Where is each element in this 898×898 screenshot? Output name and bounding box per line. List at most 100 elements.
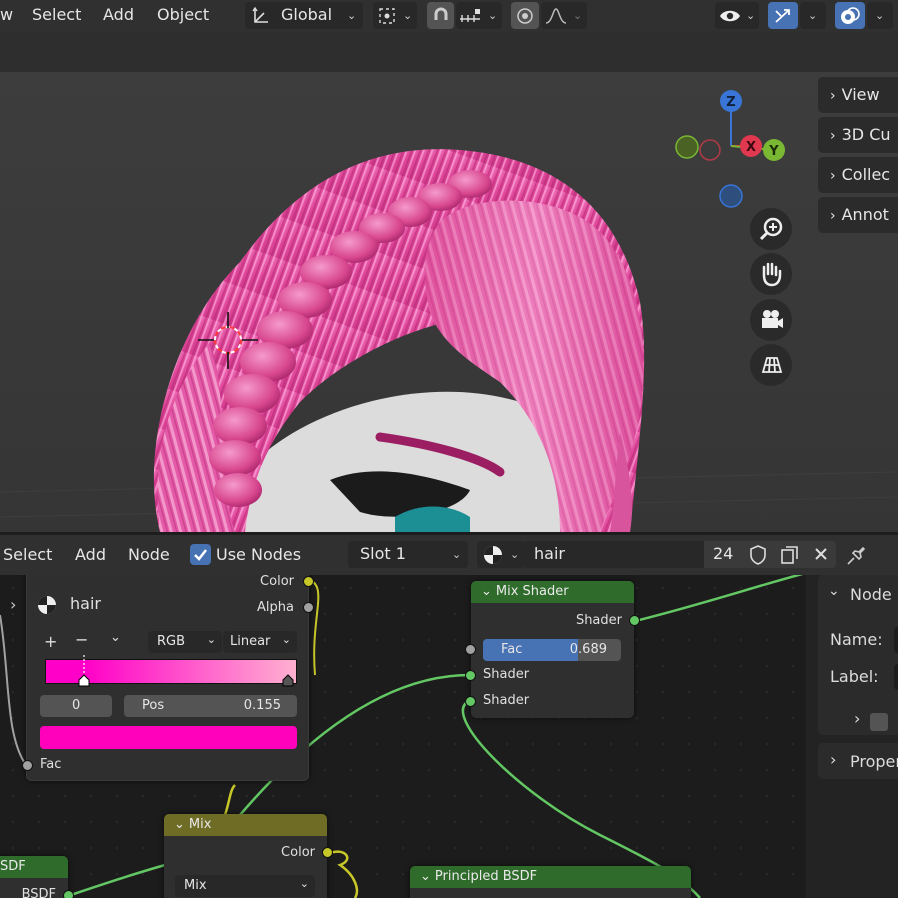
- snap-target-dropdown[interactable]: ⌄: [456, 2, 502, 29]
- zoom-button[interactable]: [750, 208, 792, 250]
- tab-label: 3D Cu: [841, 125, 891, 144]
- output-color-socket[interactable]: [322, 847, 333, 858]
- blend-mode-dropdown[interactable]: Mix ⌄: [175, 875, 315, 897]
- pos-label: Pos: [142, 698, 165, 713]
- interpolation-dropdown[interactable]: Linear ⌄: [223, 631, 297, 653]
- fac-slider[interactable]: Fac 0.689: [483, 639, 621, 661]
- snap-toggle[interactable]: [427, 2, 454, 29]
- stop-color-swatch[interactable]: [40, 726, 297, 749]
- output-shader-socket[interactable]: [629, 615, 640, 626]
- node-editor-header: Select Add Node Use Nodes Slot 1 ⌄ ⌄ hai…: [0, 535, 898, 575]
- tab-view[interactable]: › View: [818, 77, 898, 113]
- input-shader-2-socket[interactable]: [465, 696, 476, 707]
- properties-panel[interactable]: › Proper: [818, 743, 898, 779]
- use-nodes-checkbox[interactable]: [190, 544, 211, 565]
- label-field[interactable]: [894, 664, 898, 690]
- mix-shader-header[interactable]: ⌄ Mix Shader: [471, 581, 634, 603]
- active-stop-index[interactable]: 0: [40, 695, 112, 717]
- ortho-button[interactable]: [750, 344, 792, 386]
- output-bsdf-socket[interactable]: [63, 890, 74, 898]
- tab-3d-cursor[interactable]: › 3D Cu: [818, 117, 898, 153]
- material-sphere-icon: [484, 546, 502, 564]
- proportional-toggle[interactable]: [511, 2, 539, 29]
- ramp-stop-0[interactable]: [77, 655, 91, 687]
- principled-bsdf-node[interactable]: ⌄ Principled BSDF: [410, 866, 691, 898]
- camera-button[interactable]: [750, 299, 792, 341]
- input-fac-socket[interactable]: [22, 760, 33, 771]
- gizmo-dropdown[interactable]: ⌄: [800, 2, 826, 29]
- fake-user-button[interactable]: [742, 541, 774, 568]
- navigation-gizmo[interactable]: Z X Y: [670, 82, 800, 212]
- unlink-button[interactable]: [806, 541, 836, 568]
- tab-label: Collec: [841, 165, 891, 184]
- menu-select[interactable]: Select: [32, 5, 81, 24]
- material-name-field[interactable]: hair: [524, 541, 704, 568]
- visibility-dropdown[interactable]: ⌄: [715, 2, 759, 29]
- menu-node[interactable]: Node: [128, 545, 170, 564]
- color-checkbox[interactable]: [870, 713, 888, 731]
- chevron-down-icon: ⌄: [573, 9, 583, 22]
- material-browse[interactable]: ⌄: [477, 541, 524, 568]
- gizmo-toggle[interactable]: [768, 2, 798, 29]
- add-stop-button[interactable]: +: [44, 632, 57, 651]
- output-bsdf-label: BSDF: [21, 887, 56, 898]
- node-collapse-arrow[interactable]: ›: [10, 595, 16, 614]
- remove-stop-button[interactable]: −: [75, 630, 88, 649]
- color-ramp-node[interactable]: Color Alpha hair + − ⌄ RGB ⌄ Linear ⌄ 0 …: [22, 575, 314, 781]
- ramp-stop-1[interactable]: [281, 655, 295, 687]
- menu-add[interactable]: Add: [103, 5, 134, 24]
- pin-icon: [847, 546, 866, 565]
- orientation-icon: [252, 6, 268, 23]
- chevron-down-icon: ⌄: [403, 9, 413, 22]
- menu-select[interactable]: Select: [3, 545, 52, 564]
- stop-index-value: 0: [72, 698, 81, 713]
- hand-icon: [762, 262, 782, 287]
- falloff-dropdown[interactable]: ⌄: [541, 2, 587, 29]
- principled-header[interactable]: ⌄ Principled BSDF: [410, 866, 691, 888]
- tab-annotations[interactable]: › Annot: [818, 197, 898, 233]
- stop-position-field[interactable]: Pos 0.155: [124, 695, 297, 717]
- menu-add[interactable]: Add: [75, 545, 106, 564]
- slot-dropdown[interactable]: Slot 1 ⌄: [348, 541, 468, 568]
- duplicate-button[interactable]: [774, 541, 806, 568]
- pin-button[interactable]: [845, 543, 871, 567]
- input-fac-socket[interactable]: [465, 644, 476, 655]
- node-panel-title: Node: [850, 585, 892, 604]
- 3d-viewport[interactable]: Z X Y › View › 3D Cu › Collec › Annot: [0, 72, 898, 532]
- snap-increment-icon: [460, 9, 480, 22]
- overlays-dropdown[interactable]: ⌄: [867, 2, 893, 29]
- chevron-right-icon: ›: [854, 709, 861, 728]
- ramp-menu-button[interactable]: ⌄: [110, 630, 121, 645]
- tab-label: Annot: [841, 205, 889, 224]
- viewport-tool-strip: [0, 32, 898, 72]
- mix-header[interactable]: ⌄ Mix: [164, 814, 327, 836]
- name-field[interactable]: [894, 627, 898, 653]
- output-color-socket[interactable]: [303, 576, 314, 587]
- bsdf-node[interactable]: SDF BSDF: [0, 856, 74, 898]
- pivot-dropdown[interactable]: ⌄: [373, 2, 417, 29]
- input-shader-1-socket[interactable]: [465, 670, 476, 681]
- label-label: Label:: [830, 667, 879, 686]
- node-panel[interactable]: ⌄ Node Name: Label: ›: [818, 575, 898, 735]
- users-count[interactable]: 24: [704, 541, 742, 568]
- viewport-header: w Select Add Object Global ⌄ ⌄ ⌄ ⌄ ⌄ ⌄ ⌄: [0, 0, 898, 32]
- overlays-toggle[interactable]: [835, 2, 865, 29]
- menu-view[interactable]: w: [0, 5, 13, 24]
- material-sphere-icon: [38, 596, 56, 614]
- mix-node[interactable]: ⌄ Mix Color Mix ⌄: [164, 814, 333, 898]
- name-label: Name:: [830, 630, 883, 649]
- color-mode-dropdown[interactable]: RGB ⌄: [148, 631, 222, 653]
- output-alpha-socket[interactable]: [303, 602, 314, 613]
- chevron-down-icon: ⌄: [481, 584, 492, 599]
- menu-object[interactable]: Object: [157, 5, 209, 24]
- tab-collections[interactable]: › Collec: [818, 157, 898, 193]
- node-canvas[interactable]: Color Alpha hair + − ⌄ RGB ⌄ Linear ⌄ 0 …: [0, 575, 898, 898]
- close-icon: [815, 548, 827, 560]
- chevron-down-icon: ⌄: [746, 9, 756, 22]
- chevron-down-icon: ⌄: [875, 9, 885, 22]
- mix-shader-node[interactable]: ⌄ Mix Shader Shader Fac 0.689 Shader Shad…: [465, 581, 640, 718]
- use-nodes-label: Use Nodes: [216, 545, 302, 564]
- bsdf-header[interactable]: SDF: [0, 856, 68, 878]
- orientation-dropdown[interactable]: Global ⌄: [245, 2, 363, 29]
- pan-button[interactable]: [750, 253, 792, 295]
